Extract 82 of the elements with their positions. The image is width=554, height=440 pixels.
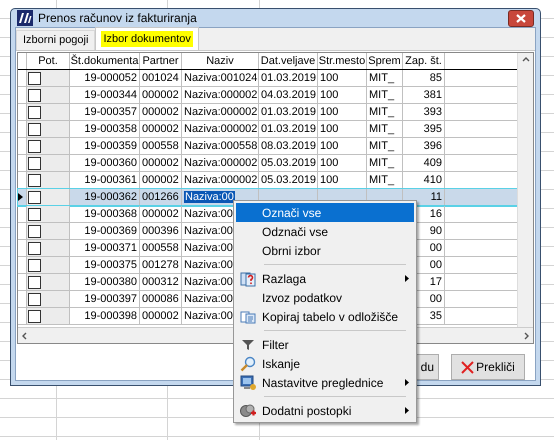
table-cell: 100 — [320, 72, 338, 84]
table-cell: 100 — [320, 140, 338, 152]
table-cell: 000086 — [142, 293, 179, 305]
table-cell: 409 — [424, 157, 442, 169]
table-cell: 396 — [424, 140, 442, 152]
table-cell: Naziva:00 — [184, 310, 233, 322]
table-cell: 19-000375 — [84, 259, 137, 271]
table-cell: 19-000361 — [84, 174, 137, 186]
table-cell: MIT_ — [369, 174, 394, 186]
table-cell: 85 — [430, 72, 442, 84]
table-cell: 19-000362 — [84, 191, 137, 203]
table-cell: 19-000369 — [84, 225, 137, 237]
table-cell: 100 — [320, 106, 338, 118]
table-cell: Naziva:00 — [184, 242, 233, 254]
table-cell: 000002 — [142, 106, 179, 118]
table-cell: 05.03.2019 — [261, 174, 316, 186]
table-cell: 000002 — [142, 89, 179, 101]
table-cell: Naziva:000002 — [184, 89, 258, 101]
table-cell: MIT_ — [369, 106, 394, 118]
table-cell: 01.03.2019 — [261, 106, 316, 118]
table-cell: 05.03.2019 — [261, 157, 316, 169]
table-cell: Naziva:000002 — [184, 106, 258, 118]
table-cell: 01.03.2019 — [261, 72, 316, 84]
table-cell: 100 — [320, 157, 338, 169]
table-cell: 100 — [320, 89, 338, 101]
table-cell: Naziva:001024 — [184, 72, 258, 84]
table-cell: 00 — [430, 242, 442, 254]
table-cell: 410 — [424, 174, 442, 186]
table-cell: 19-000380 — [84, 276, 137, 288]
table-cell: Naziva:00 — [184, 293, 233, 305]
table-cell: Naziva:000002 — [184, 174, 258, 186]
table-cell: 381 — [424, 89, 442, 101]
table-cell: 000002 — [142, 208, 179, 220]
table-cell: Naziva:00 — [184, 259, 233, 271]
table-cell: 000558 — [142, 140, 179, 152]
table-cell: Naziva:000002 — [184, 157, 258, 169]
table-cell: 16 — [430, 208, 442, 220]
table-cell: 17 — [430, 276, 442, 288]
table-cell: 01.03.2019 — [261, 123, 316, 135]
table-cell: Naziva:00 — [184, 276, 233, 288]
table-cell: 35 — [430, 310, 442, 322]
window-title: Prenos računov iz fakturiranja — [38, 10, 198, 27]
table-cell: 19-000368 — [84, 208, 137, 220]
table-cell: 19-000344 — [84, 89, 137, 101]
table-cell: 00 — [430, 259, 442, 271]
table-cell: 001278 — [142, 259, 179, 271]
table-cell: 08.03.2019 — [261, 140, 316, 152]
table-cell: Naziva:000002 — [184, 123, 258, 135]
table-cell: 19-000358 — [84, 123, 137, 135]
table-cell: 395 — [424, 123, 442, 135]
table-cell: 001266 — [142, 191, 179, 203]
table-cell: 000002 — [142, 123, 179, 135]
table-cell: MIT_ — [369, 72, 394, 84]
table-cell: MIT_ — [369, 89, 394, 101]
table-cell: 00 — [430, 293, 442, 305]
table-cell: 000312 — [142, 276, 179, 288]
table-cell: Naziva:00 — [184, 191, 235, 203]
table-cell: 19-000357 — [84, 106, 137, 118]
table-cell: 000002 — [142, 310, 179, 322]
table-cell: 19-000360 — [84, 157, 137, 169]
table-cell: 100 — [320, 174, 338, 186]
table-cell: 000002 — [142, 157, 179, 169]
table-cell: 000396 — [142, 225, 179, 237]
table-cell: Naziva:00 — [184, 208, 233, 220]
table-cell: 19-000398 — [84, 310, 137, 322]
table-cell: MIT_ — [369, 157, 394, 169]
table-cell: 19-000397 — [84, 293, 137, 305]
table-cell: 19-000371 — [84, 242, 137, 254]
table-cell: 90 — [430, 225, 442, 237]
table-cell: 001024 — [142, 72, 179, 84]
table-cell: 04.03.2019 — [261, 89, 316, 101]
table-cell: Naziva:00 — [184, 225, 233, 237]
table-cell: 19-000052 — [84, 72, 137, 84]
table-cell: 000558 — [142, 242, 179, 254]
table-cell: MIT_ — [369, 123, 394, 135]
table-cell: MIT_ — [369, 140, 394, 152]
table-cell: 100 — [320, 123, 338, 135]
table-cell: 11 — [430, 191, 442, 203]
table-cell: 000002 — [142, 174, 179, 186]
table-cell: 393 — [424, 106, 442, 118]
table-cell: Naziva:000558 — [184, 140, 258, 152]
table-cell: 19-000359 — [84, 140, 137, 152]
